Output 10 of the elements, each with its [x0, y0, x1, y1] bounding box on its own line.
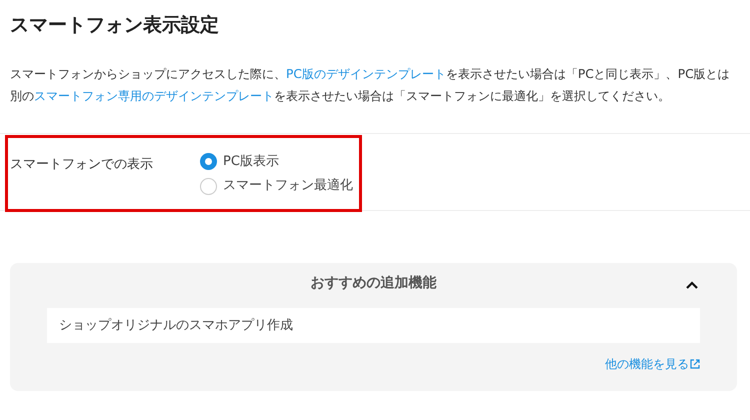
radio-option[interactable]: PC版表示	[200, 152, 279, 172]
page-title: スマートフォン表示設定	[10, 14, 220, 37]
external-link-icon	[690, 359, 700, 370]
radio-icon[interactable]	[200, 178, 217, 195]
feature-item[interactable]: ショップオリジナルのスマホアプリ作成	[47, 308, 700, 344]
description-text: スマートフォンからショップにアクセスした際に、PC版のデザインテンプレート を表示させたい場合は「PCと同じ表示」、PC版とは別のスマートフォン専用のデザインテンプレート を表示させたい場合は「スマートフォンに最適化」を選択してください。	[10, 66, 731, 105]
setting-label: スマートフォンでの表示	[10, 156, 154, 174]
radio-option[interactable]: スマートフォン最適化	[200, 176, 353, 196]
panel-title: おすすめの追加機能	[310, 274, 438, 293]
radio-icon[interactable]	[200, 153, 217, 170]
